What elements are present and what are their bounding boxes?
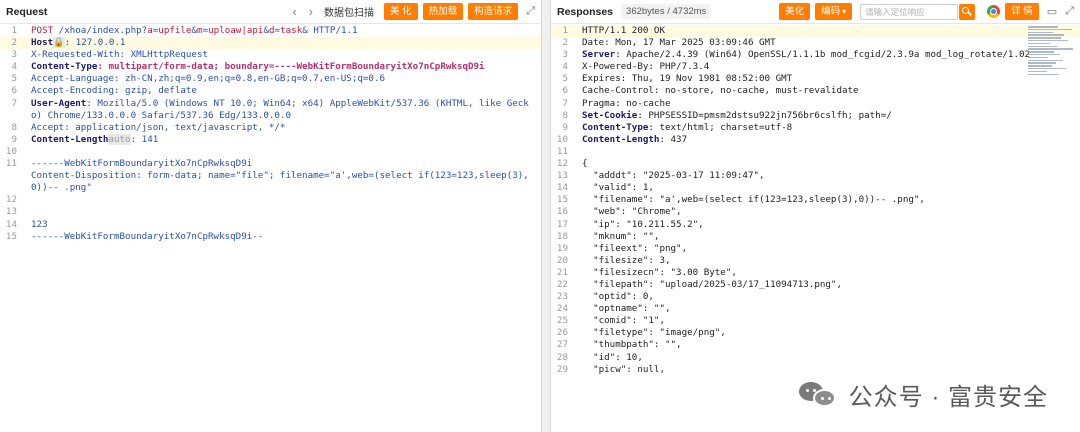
request-body: 10 11 ------WebKitFormBoundaryitXo7nCpRwks… [0, 146, 541, 243]
response-header-line: 4 X-Powered-By: PHP/7.3.4 [562, 61, 710, 73]
pane-splitter[interactable] [542, 0, 550, 432]
comment-icon[interactable]: ▭ [1047, 5, 1057, 18]
json-line: 28 "id": 10, [556, 351, 643, 363]
lock-tag-icon: 🔒 [53, 37, 65, 49]
request-header-line: 5 Accept-Language: zh-CN,zh;q=0.9,en;q=0.… [11, 73, 386, 85]
request-header-line: 3 X-Requested-With: XMLHttpRequest [11, 49, 209, 61]
json-line: 25 "comid": "1", [556, 315, 665, 327]
request-header-line: 8 Accept: application/json, text/javascri… [11, 121, 286, 133]
chrome-icon[interactable] [987, 5, 1001, 18]
packet-scan-link[interactable]: 数据包扫描 [324, 4, 374, 19]
search-button[interactable] [959, 3, 976, 20]
request-body-line: 13 [5, 206, 17, 218]
response-headers: 2 Date: Mon, 17 Mar 2025 03:09:46 GMT 3 Ser… [551, 37, 1080, 146]
blank-line: 11 [556, 145, 568, 157]
encoding-dropdown[interactable]: 编码 ▾ [815, 3, 853, 20]
content-length-line: 9 Content-Lengthauto: 141 [11, 133, 159, 145]
response-header-line: 5 Expires: Thu, 19 Nov 1981 08:52:00 GMT [562, 73, 793, 85]
response-header-line: 9 Content-Type: text/html; charset=utf-8 [562, 121, 793, 133]
request-toolbar: Request ‹ › 数据包扫描 美 化 热加载 构造请求 ⤢ [0, 0, 541, 24]
response-header-line: 10 Content-Length: 437 [556, 133, 688, 145]
json-line: 15 "filename": "a',web=(select if(123=12… [556, 194, 925, 206]
json-line: 26 "filetype": "image/png", [556, 327, 726, 339]
response-viewer[interactable]: 1 HTTP/1.1 200 OK 2 Date: Mon, 17 Mar 202… [551, 24, 1080, 376]
json-line: 17 "ip": "10.211.55.2", [556, 218, 704, 230]
request-editor[interactable]: 1 POST /xhoa/index.php?a=upfile&m=uploaw… [0, 24, 541, 243]
request-body-line: 12 [5, 194, 17, 206]
watermark-text: 公众号 · 富贵安全 [848, 384, 1048, 411]
json-line: 21 "filesizecn": "3.00 Byte", [556, 266, 737, 278]
response-stats: 362bytes / 4732ms [621, 4, 712, 19]
chevron-down-icon: ▾ [842, 7, 847, 16]
json-line: 29 "picw": null, [556, 363, 665, 375]
json-line: 23 "optid": 0, [556, 291, 654, 303]
json-line: 14 "valid": 1, [556, 182, 654, 194]
request-body-line: 11 ------WebKitFormBoundaryitXo7nCpRwksqD… [5, 158, 253, 170]
search-icon [962, 6, 970, 14]
response-beautify-button[interactable]: 美化 [779, 3, 811, 20]
forward-arrow-icon[interactable]: › [309, 4, 313, 19]
response-header-line: 6 Cache-Control: no-store, no-cache, must… [562, 85, 859, 97]
json-line: 24 "optname": "", [556, 303, 671, 315]
request-headers: 3 X-Requested-With: XMLHttpRequest 4 Conten… [0, 49, 541, 134]
json-line: 27 "thumbpath": "", [556, 339, 682, 351]
request-body-line: 10 [5, 145, 17, 157]
response-pane: Responses 362bytes / 4732ms 美化 编码▾ 详 情 ▭… [550, 0, 1080, 432]
response-search-input[interactable] [860, 3, 959, 20]
request-header-line: 6 Accept-Encoding: gzip, deflate [11, 85, 197, 97]
response-title: Responses [557, 5, 614, 18]
json-line: 18 "mknum": "", [556, 230, 660, 242]
status-line: 1 HTTP/1.1 200 OK [551, 25, 1080, 38]
expand-icon[interactable]: ⤢ [1065, 5, 1074, 18]
json-line: 13 "adddt": "2025-03-17 11:09:47", [556, 170, 765, 182]
auto-tag: auto [108, 133, 131, 145]
response-json-body: 13 "adddt": "2025-03-17 11:09:47", 14 "va… [551, 170, 1080, 376]
request-body-line: 14 123 [5, 218, 48, 230]
response-header-line: 7 Pragma: no-cache [562, 97, 671, 109]
request-title: Request [6, 5, 48, 18]
json-line: 22 "filepath": "upload/2025-03/17_110947… [556, 278, 842, 290]
watermark: 公众号 · 富贵安全 [798, 377, 1048, 412]
response-header-line: 3 Server: Apache/2.4.39 (Win64) OpenSSL/1… [562, 49, 1031, 61]
request-pane: Request ‹ › 数据包扫描 美 化 热加载 构造请求 ⤢ 1 POST … [0, 0, 542, 432]
request-header-line: 4 Content-Type: multipart/form-data; boun… [11, 61, 485, 73]
request-header-line: 7 User-Agent: Mozilla/5.0 (Windows NT 10.… [11, 97, 529, 121]
json-line: 19 "fileext": "png", [556, 242, 688, 254]
request-body-line: 15 ------WebKitFormBoundaryitXo7nCpRwksqD… [5, 230, 264, 242]
back-arrow-icon[interactable]: ‹ [292, 4, 296, 19]
response-header-line: 8 Set-Cookie: PHPSESSID=pmsm2dstsu922jn75… [562, 109, 892, 121]
response-toolbar: Responses 362bytes / 4732ms 美化 编码▾ 详 情 ▭… [551, 0, 1080, 24]
json-line: 16 "web": "Chrome", [556, 206, 682, 218]
beautify-button[interactable]: 美 化 [384, 3, 418, 20]
expand-icon[interactable]: ⤢ [526, 5, 535, 18]
code-minimap[interactable] [1028, 26, 1078, 84]
construct-request-button[interactable]: 构造请求 [468, 3, 519, 20]
response-header-line: 2 Date: Mon, 17 Mar 2025 03:09:46 GMT [562, 37, 776, 49]
wechat-icon [798, 380, 839, 410]
request-body-line: Content-Disposition: form-data; name="fi… [31, 170, 529, 194]
json-open-brace: 12{ [556, 158, 588, 170]
host-header-line: 2 Host🔒: 127.0.0.1 [0, 37, 541, 50]
detail-button[interactable]: 详 情 [1005, 3, 1039, 20]
request-line: 1 POST /xhoa/index.php?a=upfile&m=uploaw… [11, 25, 358, 36]
hot-reload-button[interactable]: 热加载 [422, 3, 464, 20]
json-line: 20 "filesize": 3, [556, 254, 671, 266]
